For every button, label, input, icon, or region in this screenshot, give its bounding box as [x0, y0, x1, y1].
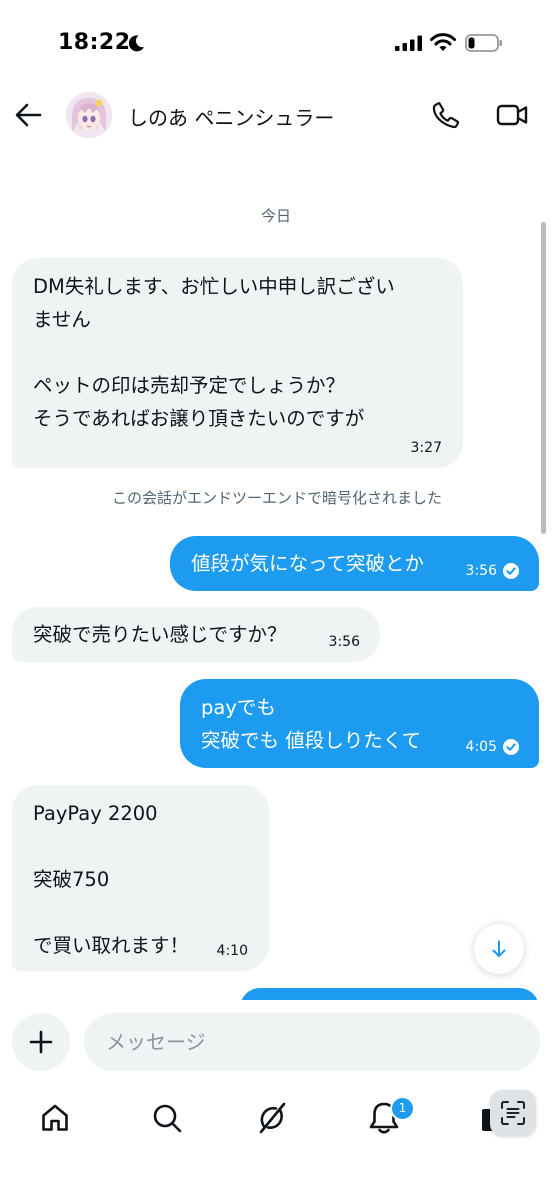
- phone-icon[interactable]: [432, 101, 460, 129]
- avatar-image: [66, 92, 112, 138]
- wifi-icon: [430, 33, 456, 51]
- message-text: 突破750: [33, 868, 110, 891]
- message-text: ません: [33, 308, 91, 331]
- message-text: [33, 896, 269, 929]
- message-bubble-incoming[interactable]: 突破で売りたい感じですか？ 3:56: [12, 607, 380, 662]
- video-call-icon[interactable]: [496, 103, 528, 127]
- grok-icon[interactable]: [256, 1101, 288, 1135]
- read-receipt-icon: [503, 739, 519, 755]
- add-attachment-button[interactable]: [12, 1013, 70, 1071]
- message-time: 3:27: [410, 440, 442, 456]
- plus-icon: [29, 1030, 53, 1054]
- contact-name[interactable]: しのあ ペニンシュラー: [128, 102, 334, 131]
- bottom-navigation: 1: [0, 1088, 554, 1199]
- message-text: そうであればお譲り頂きたいのですが: [33, 407, 365, 430]
- text-scan-button[interactable]: [490, 1090, 536, 1136]
- message-time: 3:56: [328, 634, 360, 650]
- home-icon[interactable]: [39, 1102, 71, 1134]
- read-receipt-icon: [503, 563, 519, 579]
- date-separator: 今日: [260, 207, 291, 225]
- message-text: [33, 336, 443, 369]
- message-text: payでも: [201, 696, 276, 719]
- back-arrow-icon[interactable]: [14, 102, 42, 128]
- message-bubble-outgoing[interactable]: 値段が気になって突破とか 3:56: [170, 536, 539, 591]
- message-time: 3:56: [465, 563, 497, 579]
- message-text: [33, 830, 269, 863]
- message-text: ペットの印は売却予定でしょうか？: [33, 374, 346, 397]
- scroll-to-bottom-button[interactable]: [474, 924, 524, 974]
- message-text: DM失礼します、お忙しい中申し訳ござい: [33, 275, 395, 298]
- message-input[interactable]: [84, 1013, 540, 1071]
- message-composer: [0, 1000, 554, 1088]
- conversation-header: しのあ ペニンシュラー: [0, 80, 554, 150]
- status-bar: 18:22: [0, 0, 554, 80]
- arrow-down-icon: [492, 940, 506, 957]
- message-time: 4:10: [216, 943, 248, 959]
- message-bubble-outgoing[interactable]: payでも 突破でも 値段しりたくて 4:05: [180, 679, 539, 768]
- moon-icon: [128, 35, 144, 52]
- search-icon[interactable]: [151, 1102, 183, 1134]
- signal-icon: [395, 35, 422, 51]
- text-scan-icon: [501, 1101, 525, 1125]
- battery-icon: [465, 34, 502, 52]
- avatar[interactable]: [66, 92, 112, 138]
- status-time: 18:22: [58, 30, 131, 55]
- message-bubble-incoming[interactable]: PayPay 2200 突破750 で買い取れます！ 4:10: [12, 785, 269, 971]
- message-time: 4:05: [465, 739, 497, 755]
- message-bubble-incoming[interactable]: DM失礼します、お忙しい中申し訳ござい ません ペットの印は売却予定でしょうか？…: [12, 258, 463, 468]
- message-text: PayPay 2200: [33, 802, 158, 825]
- notification-count-badge: 1: [390, 1096, 415, 1121]
- encryption-notice: この会話がエンドツーエンドで暗号化されました: [111, 489, 442, 507]
